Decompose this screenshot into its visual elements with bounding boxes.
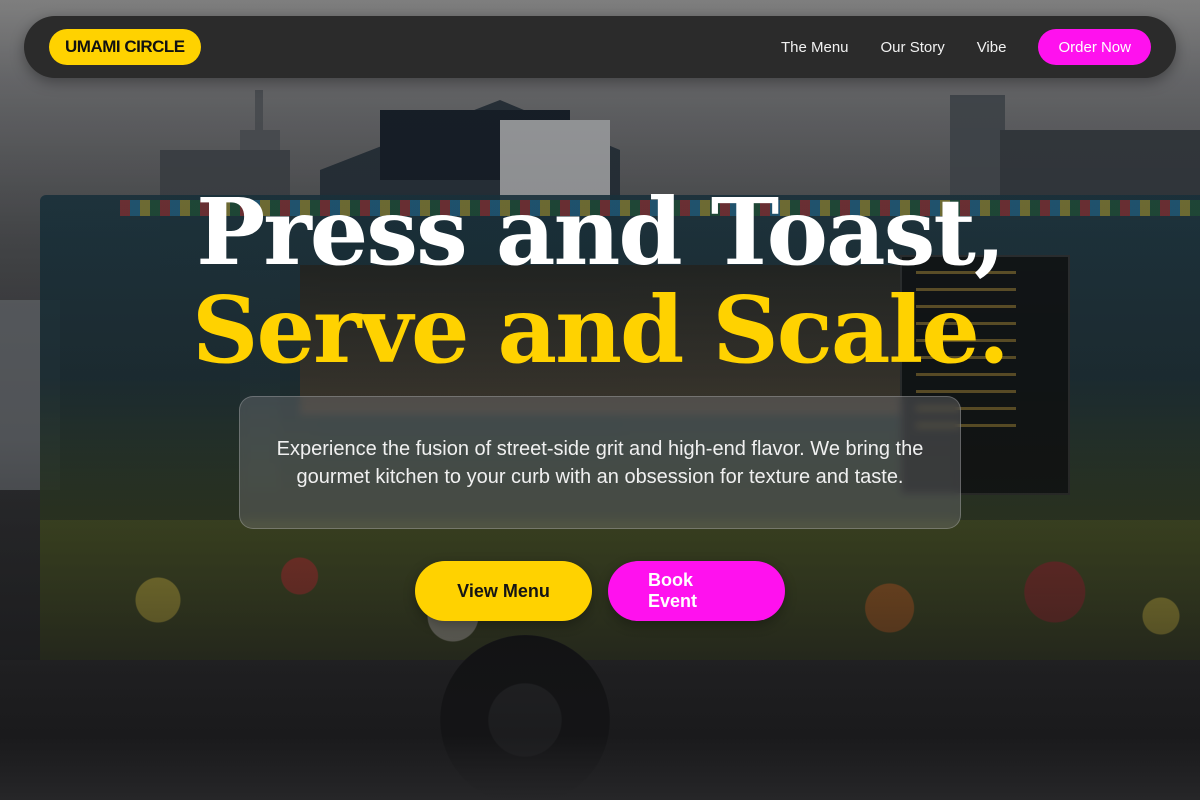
book-event-button[interactable]: Book Event — [608, 561, 785, 621]
tagline-card: Experience the fusion of street-side gri… — [239, 396, 961, 529]
hero-cta-row: View Menu Book Event — [0, 561, 1200, 621]
hero-headline: Press and Toast, Serve and Scale. — [0, 183, 1200, 379]
headline-line-2: Serve and Scale. — [192, 276, 1010, 384]
headline-line-1: Press and Toast, — [196, 178, 1006, 286]
view-menu-button[interactable]: View Menu — [415, 561, 592, 621]
nav-link-our-story[interactable]: Our Story — [881, 39, 945, 56]
top-navbar: UMAMI CIRCLE The Menu Our Story Vibe Ord… — [24, 16, 1176, 78]
nav-link-the-menu[interactable]: The Menu — [781, 39, 849, 56]
brand-logo[interactable]: UMAMI CIRCLE — [49, 29, 201, 65]
order-now-button[interactable]: Order Now — [1038, 29, 1151, 65]
hero-tagline: Experience the fusion of street-side gri… — [276, 437, 924, 488]
nav-links: The Menu Our Story Vibe Order Now — [781, 29, 1151, 65]
nav-link-vibe[interactable]: Vibe — [977, 39, 1007, 56]
